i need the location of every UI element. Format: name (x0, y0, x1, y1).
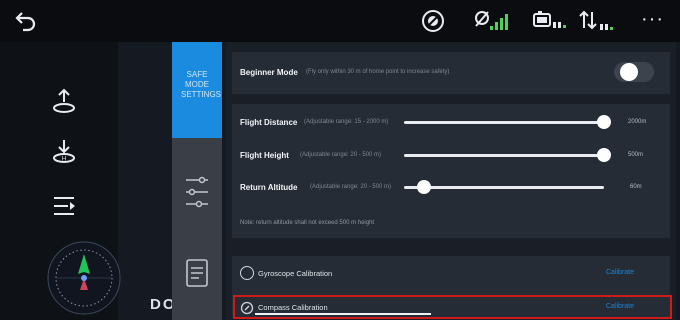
return-altitude-thumb[interactable] (417, 180, 431, 194)
gyroscope-calibration-label: Gyroscope Calibration (258, 269, 333, 278)
battery-icon[interactable] (532, 8, 568, 34)
beginner-mode-label: Beginner Mode (240, 68, 298, 77)
flight-height-slider[interactable] (404, 154, 604, 157)
gyroscope-icon (240, 266, 254, 280)
flight-distance-slider[interactable] (404, 121, 604, 124)
svg-text:H: H (62, 157, 66, 163)
transmission-icon[interactable] (578, 8, 618, 34)
flight-height-label: Flight Height (240, 151, 289, 160)
return-home-icon[interactable]: H (44, 134, 84, 170)
more-icon[interactable]: ··· (641, 8, 664, 30)
settings-tab-column: SAFE MODE SETTINGS (172, 42, 222, 320)
flight-distance-desc: (Adjustable range: 15 - 2000 m) (304, 119, 389, 125)
settings-tab[interactable] (172, 250, 222, 300)
control-tab[interactable] (172, 162, 222, 222)
toggle-knob (620, 63, 638, 81)
gyroscope-calibrate-link[interactable]: Calibrate (606, 269, 634, 276)
flight-list-icon[interactable] (44, 188, 84, 224)
flight-height-thumb[interactable] (597, 148, 611, 162)
flight-height-desc: (Adjustable range: 20 - 500 m) (300, 152, 382, 158)
aircraft-signal-icon[interactable] (472, 8, 512, 34)
top-status-bar: ··· (0, 0, 680, 42)
flight-distance-value: 2000m (628, 119, 647, 125)
flight-distance-label: Flight Distance (240, 118, 298, 127)
return-altitude-slider[interactable] (404, 186, 604, 189)
takeoff-icon[interactable] (44, 84, 84, 120)
flight-distance-thumb[interactable] (597, 115, 611, 129)
beginner-mode-toggle[interactable] (614, 62, 654, 82)
app-screen: ··· H DO SAFE MODE SETTINGS Beginner Mod… (0, 0, 680, 320)
compass-icon[interactable] (44, 238, 124, 318)
safety-tab-label: SAFE MODE SETTINGS (181, 70, 222, 99)
beginner-mode-desc: (Fly only within 30 m of home point to i… (306, 69, 450, 75)
return-altitude-value: 60m (630, 184, 642, 190)
return-altitude-desc: (Adjustable range: 20 - 500 m) (310, 184, 392, 190)
safety-tab[interactable]: SAFE MODE SETTINGS (172, 42, 222, 138)
altitude-note: Note: return altitude shall not exceed 5… (240, 220, 375, 226)
gps-icon[interactable] (420, 8, 446, 34)
compass-calibration-highlight (233, 295, 672, 319)
back-icon[interactable] (14, 10, 38, 32)
flight-height-value: 500m (628, 152, 644, 158)
return-altitude-label: Return Altitude (240, 183, 298, 192)
